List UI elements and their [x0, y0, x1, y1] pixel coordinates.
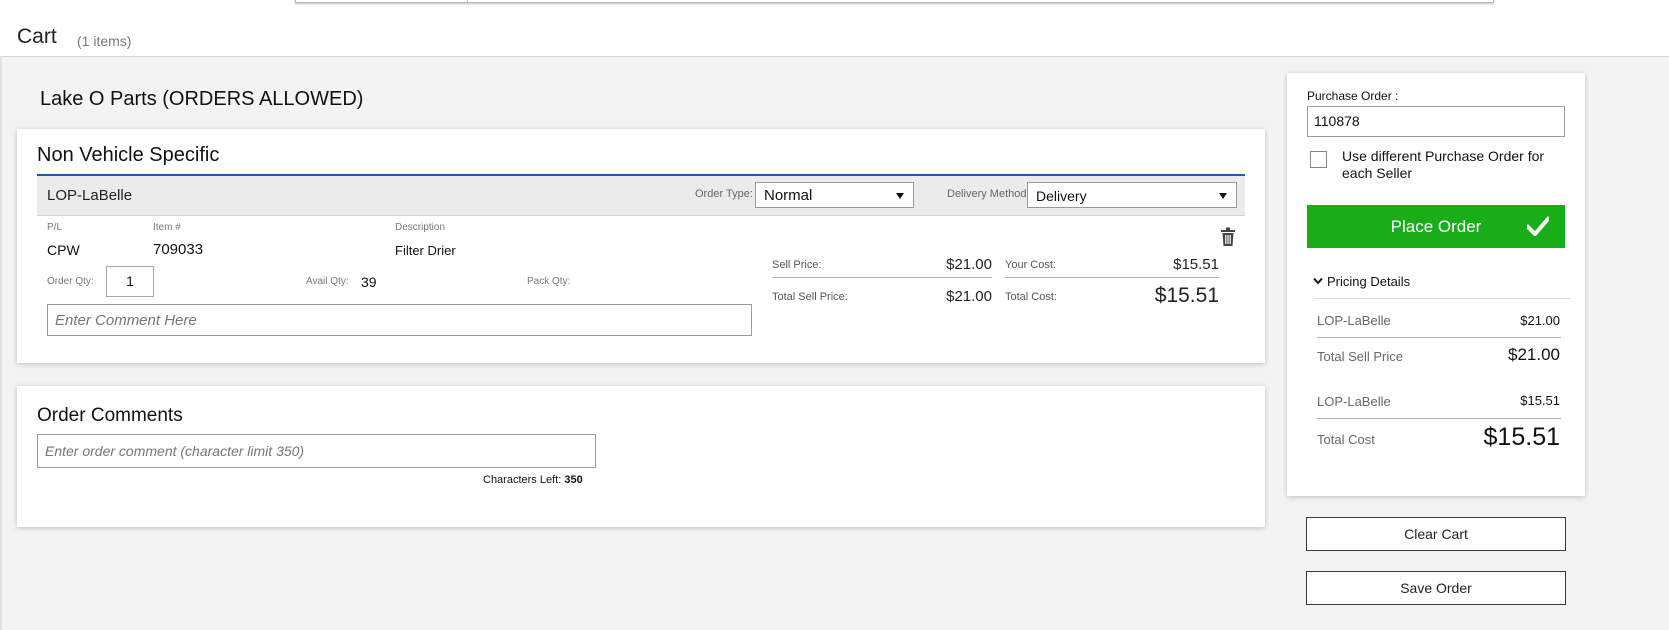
- avail-qty-label: Avail Qty:: [306, 276, 349, 287]
- different-po-checkbox[interactable]: [1310, 151, 1327, 168]
- order-qty-input[interactable]: 1: [106, 266, 154, 297]
- delivery-method-select[interactable]: Delivery: [1027, 182, 1237, 208]
- chevron-down-icon[interactable]: [1313, 277, 1323, 285]
- order-comments-card: Order Comments Characters Left: 350: [17, 386, 1265, 527]
- order-type-value: Normal: [764, 187, 813, 204]
- purchase-order-input[interactable]: 110878: [1307, 106, 1565, 137]
- cost-divider: [1005, 277, 1219, 278]
- summary-total-sell-label: Total Sell Price: [1317, 349, 1403, 364]
- order-comments-title: Order Comments: [37, 405, 183, 426]
- pl-value: CPW: [47, 242, 80, 258]
- pricing-details-toggle[interactable]: Pricing Details: [1327, 274, 1410, 289]
- seller-title: Lake O Parts (ORDERS ALLOWED): [40, 88, 364, 110]
- order-type-select[interactable]: Normal: [755, 182, 914, 208]
- description-label: Description: [395, 222, 446, 233]
- cart-header-bar: Cart (1 items): [0, 0, 1669, 57]
- page-title: Cart: [17, 25, 57, 48]
- sell-price-label: Sell Price:: [772, 259, 822, 271]
- characters-left: Characters Left: 350: [483, 474, 583, 486]
- pl-label: P/L: [47, 222, 63, 233]
- chevron-down-icon: [896, 193, 904, 199]
- item-number-value[interactable]: 709033: [153, 241, 203, 258]
- description-value: Filter Drier: [395, 243, 456, 258]
- left-border: [0, 56, 2, 630]
- chevron-down-icon: [1219, 193, 1227, 199]
- seller-name: LOP-LaBelle: [47, 187, 133, 204]
- price-divider: [772, 277, 992, 278]
- delivery-method-value: Delivery: [1036, 188, 1087, 204]
- trash-icon[interactable]: [1221, 227, 1235, 247]
- avail-qty-value: 39: [361, 274, 377, 290]
- sell-price-value: $21.00: [946, 256, 992, 273]
- purchase-order-label: Purchase Order :: [1307, 89, 1399, 103]
- cost-seller-value: $15.51: [1520, 393, 1560, 408]
- sell-seller-value: $21.00: [1520, 313, 1560, 328]
- place-order-button[interactable]: Place Order: [1307, 205, 1565, 248]
- cost-summary-divider: [1317, 418, 1561, 419]
- characters-left-value: 350: [564, 474, 583, 486]
- sell-seller-name: LOP-LaBelle: [1317, 313, 1391, 328]
- order-type-label: Order Type:: [695, 188, 753, 200]
- pack-qty-label: Pack Qty:: [527, 276, 571, 287]
- total-cost-label: Total Cost:: [1005, 291, 1057, 303]
- delivery-method-label: Delivery Method:: [947, 188, 1030, 200]
- top-search-bar[interactable]: [295, 0, 1494, 3]
- different-po-label[interactable]: Use different Purchase Order for each Se…: [1342, 148, 1562, 182]
- summary-total-sell-value: $21.00: [1508, 345, 1560, 364]
- your-cost-value: $15.51: [1173, 256, 1219, 273]
- total-sell-price-value: $21.00: [946, 288, 992, 305]
- your-cost-label: Your Cost:: [1005, 259, 1056, 271]
- total-cost-value: $15.51: [1154, 284, 1219, 307]
- seller-row: LOP-LaBelle Order Type: Normal Delivery …: [37, 176, 1245, 216]
- place-order-label: Place Order: [1390, 217, 1482, 236]
- summary-total-cost-value: $15.51: [1483, 423, 1560, 451]
- search-divider: [467, 0, 468, 2]
- cart-item-count: (1 items): [77, 33, 132, 49]
- clear-cart-button[interactable]: Clear Cart: [1306, 517, 1566, 551]
- group-title: Non Vehicle Specific: [37, 144, 220, 166]
- save-order-button[interactable]: Save Order: [1306, 571, 1566, 605]
- summary-total-cost-label: Total Cost: [1317, 432, 1375, 447]
- order-summary-card: Purchase Order : 110878 Use different Pu…: [1287, 73, 1585, 496]
- total-sell-price-label: Total Sell Price:: [772, 291, 848, 303]
- item-comment-input[interactable]: [47, 304, 752, 336]
- characters-left-label: Characters Left:: [483, 474, 562, 486]
- sell-divider: [1317, 337, 1561, 338]
- order-qty-label: Order Qty:: [47, 276, 94, 287]
- cart-items-card: Non Vehicle Specific LOP-LaBelle Order T…: [17, 129, 1265, 363]
- checkmark-icon: [1527, 216, 1549, 236]
- cost-seller-name: LOP-LaBelle: [1317, 394, 1391, 409]
- pricing-divider: [1315, 298, 1571, 299]
- order-comment-input[interactable]: [37, 434, 596, 468]
- item-number-label: Item #: [153, 222, 181, 233]
